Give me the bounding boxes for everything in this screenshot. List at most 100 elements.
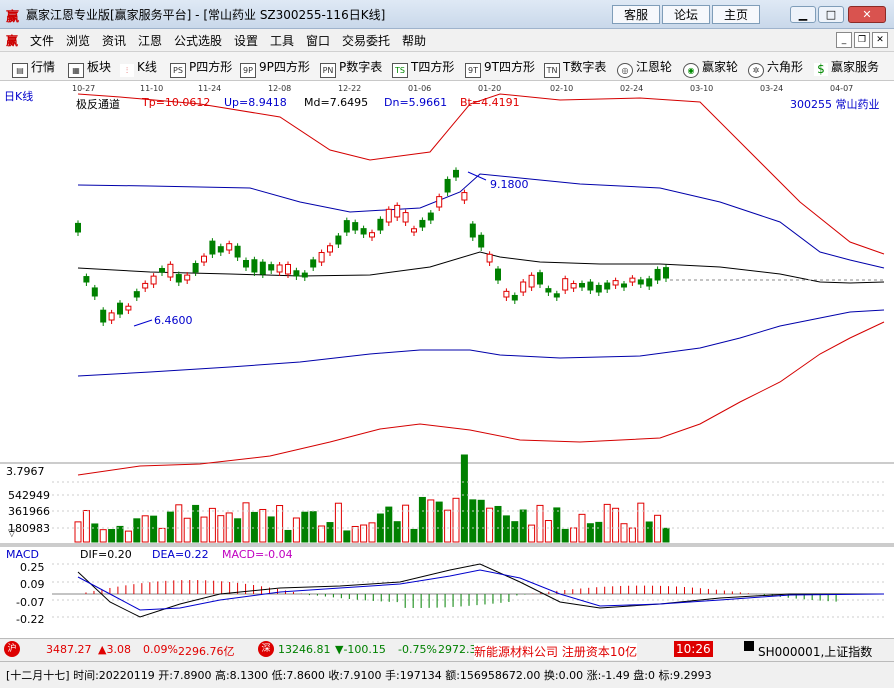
mdi-restore-icon[interactable]: ❐ bbox=[854, 32, 870, 48]
menu-trade[interactable]: 交易委托 bbox=[342, 32, 390, 49]
volume-bar bbox=[654, 514, 662, 543]
candle-body bbox=[184, 274, 191, 281]
maximize-button[interactable]: □ bbox=[818, 6, 844, 23]
candle-body bbox=[579, 282, 585, 288]
volume-bar bbox=[326, 522, 334, 543]
volume-bar bbox=[343, 530, 351, 543]
candle-body bbox=[243, 259, 249, 268]
menu-window[interactable]: 窗口 bbox=[306, 32, 330, 49]
chart-area[interactable]: 日K线 极反通道 Tp=10.0612 Up=8.9418 Md=7.6495 … bbox=[0, 82, 894, 636]
date-tick-label: 12-22 bbox=[338, 84, 361, 93]
sector-icon: ▦ bbox=[68, 63, 84, 78]
candle-icon: ⫶ bbox=[120, 64, 134, 77]
candle-body bbox=[75, 222, 81, 233]
sz-index-value: 13246.81 bbox=[278, 643, 331, 656]
volume-bar bbox=[99, 529, 107, 543]
candle-body bbox=[117, 302, 123, 315]
low-pointer bbox=[133, 319, 153, 327]
candle-body bbox=[108, 312, 115, 321]
candle-body bbox=[343, 220, 350, 233]
sh-index-icon: 沪 bbox=[4, 641, 20, 657]
mdi-minimize-icon[interactable]: _ bbox=[836, 32, 852, 48]
candle-body bbox=[528, 274, 535, 288]
date-tick-label: 03-10 bbox=[690, 84, 713, 93]
quotes-button[interactable]: ▤ 行情 bbox=[12, 58, 55, 78]
volume-bar bbox=[225, 512, 233, 543]
candle-body bbox=[469, 223, 476, 238]
9p-icon: 9P bbox=[240, 63, 256, 78]
menu-browse[interactable]: 浏览 bbox=[66, 32, 90, 49]
volume-bar bbox=[637, 502, 645, 543]
candle-body bbox=[495, 268, 501, 281]
candle-body bbox=[520, 281, 527, 293]
candle-body bbox=[142, 282, 149, 289]
candle-body bbox=[461, 192, 468, 201]
customer-service-button[interactable]: 客服 bbox=[612, 5, 660, 24]
volume-bar bbox=[662, 527, 670, 543]
p-square-button[interactable]: PS P四方形 bbox=[170, 58, 232, 78]
candle-body bbox=[411, 228, 417, 233]
minimize-button[interactable]: ▁ bbox=[790, 6, 816, 23]
candle-body bbox=[226, 243, 233, 251]
candle-body bbox=[301, 272, 308, 278]
menu-info[interactable]: 资讯 bbox=[102, 32, 126, 49]
winner-service-button[interactable]: $ 赢家服务 bbox=[814, 58, 879, 76]
up-channel-line bbox=[77, 173, 885, 269]
candle-body bbox=[402, 212, 409, 223]
mdi-close-icon[interactable]: ✕ bbox=[872, 32, 888, 48]
9p-square-button[interactable]: 9P 9P四方形 bbox=[240, 58, 310, 78]
winner-wheel-button[interactable]: ◉ 赢家轮 bbox=[683, 58, 738, 78]
close-button[interactable]: ✕ bbox=[848, 6, 886, 23]
candle-body bbox=[285, 263, 291, 275]
menu-formula[interactable]: 公式选股 bbox=[174, 32, 222, 49]
volume-bar bbox=[334, 502, 342, 543]
volume-bar bbox=[368, 522, 376, 543]
sz-index-icon: 深 bbox=[258, 641, 274, 657]
news-ticker[interactable]: 新能源材料公司 注册资本10亿 bbox=[474, 643, 638, 660]
date-tick-label: 01-06 bbox=[408, 84, 431, 93]
candle-body bbox=[562, 278, 569, 291]
candle-body bbox=[167, 263, 174, 278]
volume-bar bbox=[452, 497, 460, 543]
menu-tools[interactable]: 工具 bbox=[270, 32, 294, 49]
menu-file[interactable]: 文件 bbox=[30, 32, 54, 49]
forum-button[interactable]: 论坛 bbox=[662, 5, 710, 24]
volume-bar bbox=[116, 525, 124, 543]
homepage-button[interactable]: 主页 bbox=[712, 5, 760, 24]
9t-square-button[interactable]: 9T 9T四方形 bbox=[465, 58, 535, 78]
volume-bar bbox=[612, 507, 620, 543]
index-code[interactable]: SH000001,上证指数 bbox=[758, 643, 872, 660]
menu-settings[interactable]: 设置 bbox=[234, 32, 258, 49]
t-number-table-button[interactable]: TN T数字表 bbox=[544, 58, 606, 78]
volume-bar bbox=[166, 511, 174, 543]
candle-body bbox=[217, 246, 224, 253]
date-tick-label: 02-24 bbox=[620, 84, 643, 93]
candle-body bbox=[293, 270, 300, 277]
menu-bar: 赢 文件 浏览 资讯 江恩 公式选股 设置 工具 窗口 交易委托 帮助 _ ❐ … bbox=[0, 29, 894, 52]
kline-button[interactable]: ⫶ K线 bbox=[120, 58, 157, 77]
date-tick-label: 04-07 bbox=[830, 84, 853, 93]
candle-body bbox=[192, 262, 199, 273]
ts-icon: TS bbox=[392, 63, 408, 78]
menu-gann[interactable]: 江恩 bbox=[138, 32, 162, 49]
candle-body bbox=[419, 219, 426, 228]
candle-body bbox=[91, 287, 98, 297]
hexagon-button[interactable]: ✲ 六角形 bbox=[748, 58, 803, 78]
candle-body bbox=[629, 277, 636, 283]
volume-bar bbox=[444, 509, 452, 543]
t-square-button[interactable]: TS T四方形 bbox=[392, 58, 454, 78]
volume-bar bbox=[427, 499, 435, 543]
candle-body bbox=[570, 283, 577, 289]
volume-bar bbox=[469, 499, 477, 543]
menu-help[interactable]: 帮助 bbox=[402, 32, 426, 49]
sector-button[interactable]: ▦ 板块 bbox=[68, 58, 111, 78]
p-number-table-button[interactable]: PN P数字表 bbox=[320, 58, 382, 78]
volume-bar bbox=[645, 521, 653, 543]
volume-bar bbox=[91, 523, 99, 543]
gann-wheel-icon: ◎ bbox=[617, 63, 633, 78]
gann-wheel-button[interactable]: ◎ 江恩轮 bbox=[617, 58, 672, 78]
candle-body bbox=[545, 288, 552, 293]
volume-bar bbox=[561, 528, 569, 543]
candle-body bbox=[427, 212, 434, 221]
date-tick-label: 03-24 bbox=[760, 84, 783, 93]
